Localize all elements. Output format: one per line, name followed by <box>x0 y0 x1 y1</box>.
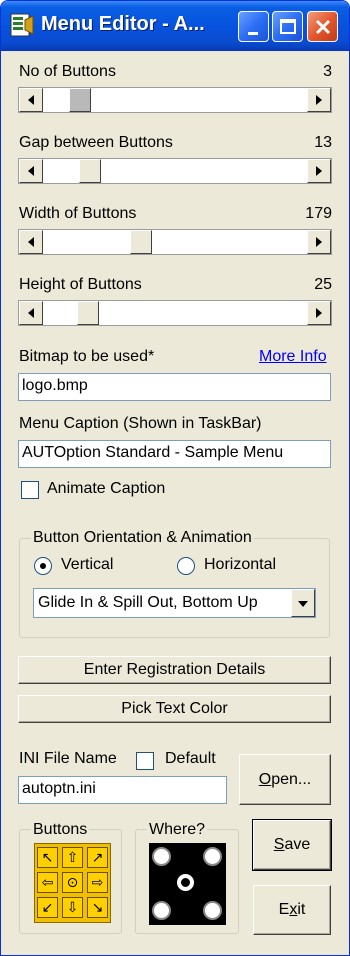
scroll-right-button[interactable] <box>307 301 331 325</box>
maximize-button[interactable] <box>272 11 303 42</box>
position-right-button[interactable]: ⇨ <box>87 872 108 893</box>
arrow-left-icon <box>28 166 34 176</box>
position-left-button[interactable]: ⇦ <box>37 872 58 893</box>
position-top-left-button[interactable]: ↖ <box>37 847 58 868</box>
vertical-radio[interactable] <box>34 557 52 575</box>
exit-label-post: it <box>297 901 306 918</box>
arrow-left-icon <box>28 308 34 318</box>
vertical-label: Vertical <box>61 556 114 573</box>
corner-bottom-right[interactable] <box>203 901 222 920</box>
title-bar[interactable]: Menu Editor - A... <box>1 1 349 51</box>
open-button[interactable]: Open... <box>239 754 331 805</box>
corner-top-left[interactable] <box>152 847 171 866</box>
dropdown-button[interactable] <box>291 589 315 617</box>
height-of-buttons-value: 25 <box>314 276 332 293</box>
position-top-right-button[interactable]: ↗ <box>87 847 108 868</box>
scroll-left-button[interactable] <box>19 230 43 254</box>
ini-file-input[interactable]: autoptn.ini <box>18 776 227 804</box>
more-info-link[interactable]: More Info <box>259 348 327 366</box>
corner-top-right[interactable] <box>203 847 222 866</box>
save-accelerator: S <box>273 836 285 853</box>
close-icon <box>315 19 331 35</box>
no-of-buttons-scrollbar[interactable] <box>18 87 332 113</box>
arrow-right-icon <box>316 166 322 176</box>
default-label: Default <box>165 750 216 767</box>
minimize-icon <box>248 32 258 35</box>
menu-editor-window: Menu Editor - A... No of Buttons 3 Gap b… <box>0 0 350 956</box>
exit-button[interactable]: Exit <box>253 885 331 935</box>
animation-select-value: Glide In & Spill Out, Bottom Up <box>38 594 258 611</box>
position-top-button[interactable]: ⇧ <box>62 847 83 868</box>
horizontal-radio[interactable] <box>177 557 195 575</box>
scroll-left-button[interactable] <box>19 301 43 325</box>
arrow-left-icon <box>28 95 34 105</box>
width-of-buttons-thumb[interactable] <box>130 230 152 254</box>
open-label-rest: pen... <box>271 771 312 788</box>
minimize-button[interactable] <box>238 11 269 42</box>
window-title: Menu Editor - A... <box>41 13 205 35</box>
width-of-buttons-label: Width of Buttons <box>19 205 137 222</box>
gap-between-buttons-scrollbar[interactable] <box>18 158 332 184</box>
app-icon <box>10 13 34 37</box>
exit-label-pre: E <box>278 901 290 918</box>
no-of-buttons-value: 3 <box>323 63 332 80</box>
position-bottom-button[interactable]: ⇩ <box>62 897 83 918</box>
default-checkbox[interactable] <box>136 752 154 770</box>
radio-selected-dot <box>40 563 46 569</box>
arrow-right-icon <box>316 237 322 247</box>
save-label-rest: ave <box>284 836 311 853</box>
arrow-right-icon <box>316 95 322 105</box>
bitmap-label: Bitmap to be used* <box>19 348 155 365</box>
arrow-left-icon <box>28 237 34 247</box>
corner-bottom-left[interactable] <box>152 901 171 920</box>
bitmap-input[interactable]: logo.bmp <box>18 373 331 401</box>
scroll-left-button[interactable] <box>19 88 43 112</box>
scroll-left-button[interactable] <box>19 159 43 183</box>
position-bottom-right-button[interactable]: ↘ <box>87 897 108 918</box>
horizontal-label: Horizontal <box>204 556 277 573</box>
menu-caption-label: Menu Caption (Shown in TaskBar) <box>19 415 262 432</box>
where-screen-preview[interactable] <box>149 843 226 925</box>
maximize-icon <box>280 19 296 34</box>
position-center-button[interactable]: ⊙ <box>62 872 83 893</box>
scroll-right-button[interactable] <box>307 230 331 254</box>
enter-registration-button[interactable]: Enter Registration Details <box>18 656 331 684</box>
button-position-pad: ↖ ⇧ ↗ ⇦ ⊙ ⇨ ↙ ⇩ ↘ <box>34 843 111 923</box>
save-button[interactable]: Save <box>252 819 332 871</box>
buttons-group-legend: Buttons <box>31 821 90 839</box>
menu-caption-input[interactable]: AUTOption Standard - Sample Menu <box>18 440 331 468</box>
gap-between-buttons-thumb[interactable] <box>79 159 101 183</box>
gap-between-buttons-label: Gap between Buttons <box>19 134 173 151</box>
width-of-buttons-scrollbar[interactable] <box>18 229 332 255</box>
scroll-right-button[interactable] <box>307 88 331 112</box>
ini-file-name-label: INI File Name <box>19 750 117 767</box>
orientation-group-legend: Button Orientation & Animation <box>31 529 254 547</box>
no-of-buttons-label: No of Buttons <box>19 63 116 80</box>
arrow-right-icon <box>316 308 322 318</box>
height-of-buttons-scrollbar[interactable] <box>18 300 332 326</box>
gap-between-buttons-value: 13 <box>314 134 332 151</box>
height-of-buttons-label: Height of Buttons <box>19 276 142 293</box>
animate-caption-label: Animate Caption <box>47 480 166 497</box>
width-of-buttons-value: 179 <box>305 205 332 222</box>
animate-caption-checkbox[interactable] <box>21 481 39 499</box>
close-button[interactable] <box>307 11 338 42</box>
pick-text-color-button[interactable]: Pick Text Color <box>18 695 331 723</box>
open-accelerator: O <box>258 771 272 788</box>
animation-select[interactable]: Glide In & Spill Out, Bottom Up <box>33 588 316 618</box>
position-bottom-left-button[interactable]: ↙ <box>37 897 58 918</box>
scroll-right-button[interactable] <box>307 159 331 183</box>
height-of-buttons-thumb[interactable] <box>77 301 99 325</box>
chevron-down-icon <box>298 601 308 607</box>
where-group-legend: Where? <box>147 821 208 839</box>
center-selected[interactable] <box>177 874 194 891</box>
no-of-buttons-thumb[interactable] <box>69 88 91 112</box>
